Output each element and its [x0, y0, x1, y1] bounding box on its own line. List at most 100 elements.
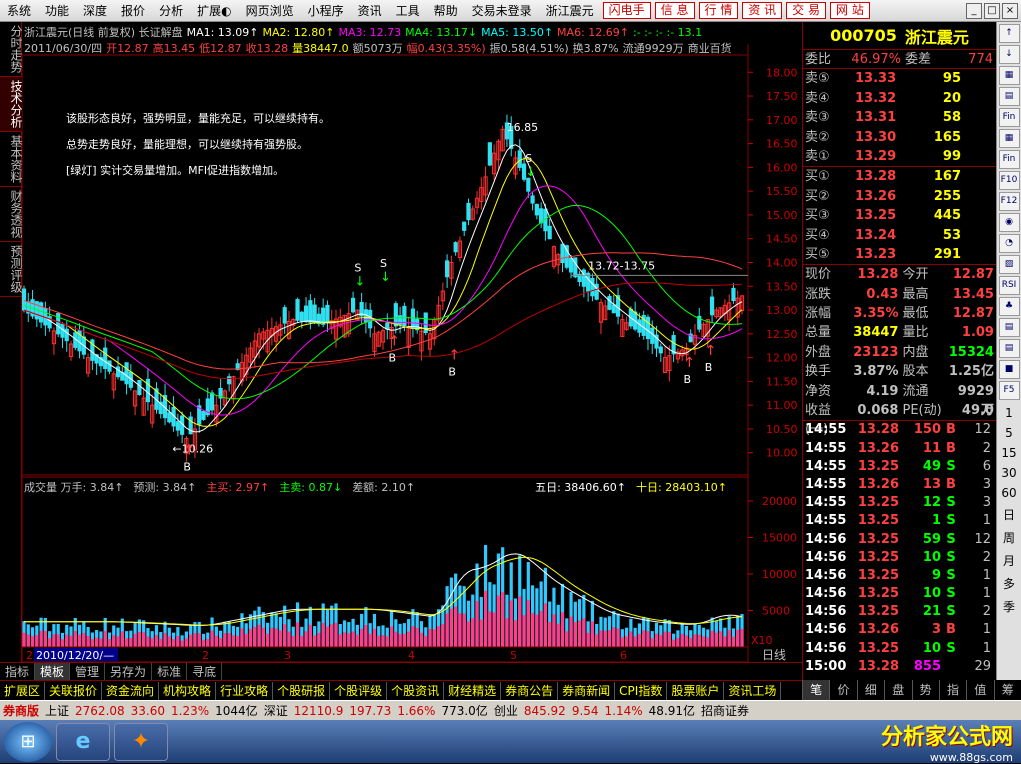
- menu-item-11[interactable]: 交易未登录: [465, 0, 539, 22]
- indicator-tab-0[interactable]: 指标: [0, 662, 36, 681]
- toolbar-button-23[interactable]: 日: [1003, 506, 1015, 523]
- minimize-button[interactable]: _: [966, 2, 982, 19]
- ie-taskbar-icon[interactable]: e: [56, 722, 110, 761]
- menu-item-5[interactable]: 扩展◐: [190, 0, 238, 22]
- menu-item-4[interactable]: 分析: [152, 0, 190, 22]
- toolbar-button-26[interactable]: 多: [1003, 575, 1015, 592]
- extension-tab-2[interactable]: 资金流向: [102, 681, 160, 700]
- menu-item-0[interactable]: 系统: [0, 0, 38, 22]
- book-row[interactable]: 卖① 13.29 99: [803, 147, 996, 166]
- menu-item-7[interactable]: 小程序: [301, 0, 351, 22]
- toolbar-button-13[interactable]: ♣: [998, 297, 1020, 316]
- toolbar-button-21[interactable]: 30: [1001, 466, 1016, 480]
- toolbar-button-19[interactable]: 5: [1005, 426, 1013, 440]
- toolbar-button-24[interactable]: 周: [1003, 529, 1015, 546]
- quote-tab-3[interactable]: 盘: [884, 680, 911, 700]
- toolbar-button-6[interactable]: Fin: [998, 150, 1020, 169]
- extension-tab-12[interactable]: 股票账户: [667, 681, 725, 700]
- book-row[interactable]: 买④ 13.24 53: [803, 226, 996, 245]
- book-row[interactable]: 买② 13.26 255: [803, 187, 996, 206]
- extension-tab-0[interactable]: 扩展区: [0, 681, 46, 700]
- book-row[interactable]: 卖② 13.30 165: [803, 128, 996, 147]
- kline-chart-area[interactable]: 18.00 17.50 17.00 16.50 16.00 15.50 15.00 14.50…: [22, 22, 802, 662]
- quote-tab-0[interactable]: 笔: [802, 680, 830, 700]
- weicha-label: 委差: [905, 52, 932, 67]
- toolbar-button-12[interactable]: RSI: [998, 276, 1020, 295]
- quote-tab-5[interactable]: 指: [938, 680, 966, 700]
- extension-tab-10[interactable]: 券商新闻: [558, 681, 616, 700]
- extension-tab-6[interactable]: 个股评级: [330, 681, 388, 700]
- toolbar-button-7[interactable]: F10: [998, 171, 1020, 190]
- menu-item-9[interactable]: 工具: [389, 0, 427, 22]
- quote-tab-2[interactable]: 细: [856, 680, 884, 700]
- book-row[interactable]: 买① 13.28 167: [803, 167, 996, 186]
- vtab-3[interactable]: 财务透视: [0, 187, 23, 242]
- toolbar-button-9[interactable]: ◉: [998, 213, 1020, 232]
- book-row[interactable]: 卖③ 13.31 58: [803, 108, 996, 127]
- toolbar-button-16[interactable]: ■: [998, 360, 1020, 379]
- toolbar-button-2[interactable]: ▦: [998, 66, 1020, 85]
- toolbar-button-15[interactable]: ▤: [998, 339, 1020, 358]
- menu-item-8[interactable]: 资讯: [351, 0, 389, 22]
- quote-tab-7[interactable]: 筹: [993, 680, 1021, 700]
- vtab-0[interactable]: 分时走势: [0, 22, 23, 77]
- quick-button-1[interactable]: 信 息: [654, 2, 695, 19]
- quick-button-0[interactable]: 闪电手: [602, 2, 651, 19]
- extension-tab-7[interactable]: 个股资讯: [387, 681, 445, 700]
- book-row[interactable]: 卖④ 13.32 20: [803, 89, 996, 108]
- indicator-tab-3[interactable]: 另存为: [105, 662, 153, 681]
- extension-tab-13[interactable]: 资讯工场: [724, 681, 782, 700]
- extension-tab-8[interactable]: 财经精选: [444, 681, 502, 700]
- menu-item-12[interactable]: 浙江震元: [539, 0, 601, 22]
- toolbar-button-14[interactable]: ▤: [998, 318, 1020, 337]
- toolbar-button-3[interactable]: ▤: [998, 87, 1020, 106]
- book-row[interactable]: 买③ 13.25 445: [803, 206, 996, 225]
- vtab-4[interactable]: 预测评级: [0, 242, 23, 297]
- indicator-tab-5[interactable]: 寻底: [187, 662, 223, 681]
- menu-item-1[interactable]: 功能: [38, 0, 76, 22]
- toolbar-button-0[interactable]: ↑: [998, 24, 1020, 43]
- toolbar-button-27[interactable]: 季: [1003, 598, 1015, 615]
- toolbar-button-1[interactable]: ↓: [998, 45, 1020, 64]
- toolbar-button-4[interactable]: Fin: [998, 108, 1020, 127]
- vtab-2[interactable]: 基本资料: [0, 132, 23, 187]
- toolbar-button-10[interactable]: ◔: [998, 234, 1020, 253]
- indicator-tab-4[interactable]: 标准: [152, 662, 188, 681]
- vtab-1[interactable]: 技术分析: [0, 77, 23, 132]
- menu-item-6[interactable]: 网页浏览: [239, 0, 301, 22]
- start-button[interactable]: ⊞: [4, 721, 52, 762]
- close-button[interactable]: ×: [1002, 2, 1018, 19]
- extension-tab-11[interactable]: CPI指数: [615, 681, 668, 700]
- toolbar-button-17[interactable]: F5: [998, 381, 1020, 400]
- quote-tab-6[interactable]: 值: [966, 680, 993, 700]
- menu-item-3[interactable]: 报价: [114, 0, 152, 22]
- quote-tab-4[interactable]: 势: [911, 680, 939, 700]
- quote-tab-1[interactable]: 价: [829, 680, 856, 700]
- extension-tab-3[interactable]: 机构攻略: [159, 681, 217, 700]
- quick-button-4[interactable]: 交 易: [786, 2, 826, 19]
- toolbar-button-8[interactable]: F12: [998, 192, 1020, 211]
- toolbar-button-5[interactable]: ▦: [998, 129, 1020, 148]
- extension-tab-9[interactable]: 券商公告: [501, 681, 559, 700]
- book-row[interactable]: 卖⑤ 13.33 95: [803, 69, 996, 88]
- price-tick-label: 16.50: [766, 138, 798, 151]
- indicator-tab-2[interactable]: 管理: [70, 662, 106, 681]
- extension-tab-4[interactable]: 行业攻略: [216, 681, 274, 700]
- quick-button-5[interactable]: 网 站: [830, 2, 870, 19]
- indicator-tab-1[interactable]: 模板: [35, 662, 71, 681]
- toolbar-button-20[interactable]: 15: [1001, 446, 1016, 460]
- maximize-button[interactable]: □: [984, 2, 1000, 19]
- menu-item-2[interactable]: 深度: [76, 0, 114, 22]
- extension-tab-1[interactable]: 关联报价: [45, 681, 103, 700]
- tick-list[interactable]: 14:55 13.28 150 B 12 14:55 13.26 11 B 2 14:55 13.25…: [803, 421, 996, 676]
- quick-button-2[interactable]: 行 情: [698, 2, 739, 19]
- toolbar-button-25[interactable]: 月: [1003, 552, 1015, 569]
- extension-tab-5[interactable]: 个股研报: [273, 681, 331, 700]
- toolbar-button-18[interactable]: 1: [1005, 406, 1013, 420]
- book-row[interactable]: 买⑤ 13.23 291: [803, 245, 996, 264]
- toolbar-button-22[interactable]: 60: [1001, 486, 1016, 500]
- app-taskbar-icon[interactable]: ✦: [114, 722, 168, 761]
- toolbar-button-11[interactable]: ▨: [998, 255, 1020, 274]
- menu-item-10[interactable]: 帮助: [427, 0, 465, 22]
- quick-button-3[interactable]: 资 讯: [742, 2, 783, 19]
